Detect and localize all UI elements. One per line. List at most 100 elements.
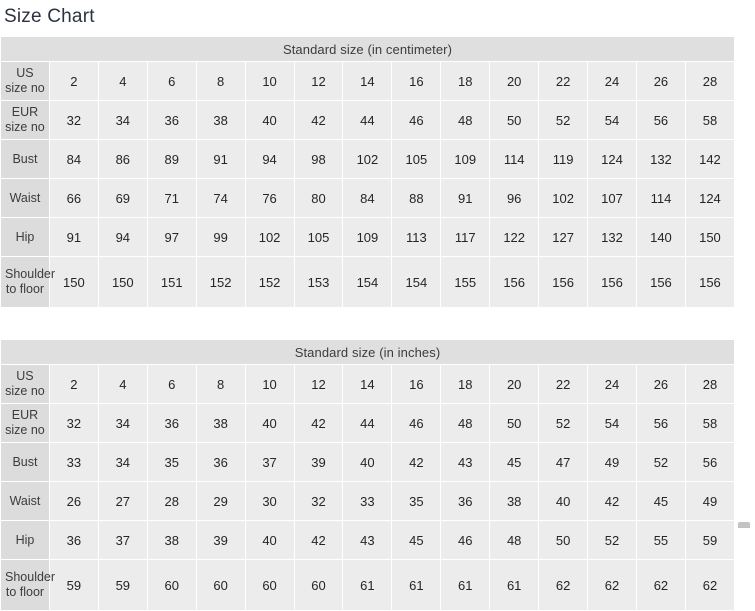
table-cell: 29 (196, 482, 245, 520)
inches-banner-row: Standard size (in inches) (1, 340, 734, 364)
table-cell: 107 (588, 179, 636, 217)
table-cell: 27 (98, 482, 147, 520)
table-cell: 61 (392, 560, 441, 610)
table-cell: 36 (196, 443, 245, 481)
row-label-shoulder-to-floor: Shoulder to floor (1, 257, 55, 307)
table-row: EUR size no 32 34 36 38 40 42 44 46 48 5… (1, 101, 734, 139)
table-cell: 40 (343, 443, 392, 481)
table-cell: 132 (588, 218, 636, 256)
table-cell: 32 (49, 404, 98, 442)
table-cell: 62 (685, 560, 734, 610)
table-cell: 114 (490, 140, 539, 178)
table-cell: 42 (294, 404, 343, 442)
table-cell: 30 (245, 482, 294, 520)
table-row: Hip 36 37 38 39 40 42 43 45 46 48 50 52 … (1, 521, 734, 559)
table-cell: 52 (539, 101, 588, 139)
table-cell: 28 (147, 482, 196, 520)
table-cell: 44 (343, 404, 392, 442)
table-cell: 76 (245, 179, 294, 217)
table-cell: 140 (636, 218, 685, 256)
table-cell: 46 (441, 521, 490, 559)
table-cell: 6 (147, 365, 196, 403)
inches-banner-label: Standard size (in inches) (1, 340, 734, 364)
table-cell: 32 (49, 101, 98, 139)
table-cell: 42 (392, 443, 441, 481)
table-cell: 36 (147, 101, 196, 139)
table-cell: 33 (343, 482, 392, 520)
centimeter-table-body: Standard size (in centimeter) US size no… (1, 37, 734, 307)
table-cell: 45 (392, 521, 441, 559)
table-cell: 54 (588, 101, 636, 139)
table-cell: 122 (490, 218, 539, 256)
row-label-waist: Waist (1, 482, 49, 520)
table-cell: 10 (245, 365, 294, 403)
table-cell: 61 (343, 560, 392, 610)
table-cell: 18 (441, 62, 490, 100)
row-label-us-size: US size no (1, 62, 49, 100)
table-cell: 38 (490, 482, 539, 520)
table-cell: 91 (441, 179, 490, 217)
table-cell: 153 (294, 257, 343, 307)
table-cell: 109 (441, 140, 490, 178)
table-cell: 37 (98, 521, 147, 559)
table-cell: 150 (49, 257, 98, 307)
table-cell: 99 (196, 218, 245, 256)
table-cell: 24 (588, 62, 636, 100)
table-cell: 43 (441, 443, 490, 481)
table-cell: 154 (392, 257, 441, 307)
table-cell: 8 (196, 365, 245, 403)
table-cell: 88 (392, 179, 441, 217)
table-row: Shoulder to floor 59 59 60 60 60 60 61 6… (1, 560, 734, 610)
table-cell: 40 (539, 482, 588, 520)
row-label-bust: Bust (1, 443, 49, 481)
table-cell: 22 (539, 365, 588, 403)
table-cell: 52 (636, 443, 685, 481)
table-cell: 50 (490, 404, 539, 442)
table-cell: 105 (392, 140, 441, 178)
table-cell: 39 (294, 443, 343, 481)
table-cell: 127 (539, 218, 588, 256)
table-cell: 58 (685, 404, 734, 442)
table-cell: 32 (294, 482, 343, 520)
table-row: US size no 2 4 6 8 10 12 14 16 18 20 22 … (1, 62, 734, 100)
table-cell: 60 (147, 560, 196, 610)
row-label-hip: Hip (1, 521, 49, 559)
table-cell: 60 (196, 560, 245, 610)
table-cell: 56 (685, 443, 734, 481)
table-cell: 91 (49, 218, 98, 256)
table-cell: 44 (343, 101, 392, 139)
table-cell: 84 (49, 140, 98, 178)
table-cell: 124 (588, 140, 636, 178)
table-cell: 58 (685, 101, 734, 139)
table-cell: 37 (245, 443, 294, 481)
table-cell: 151 (147, 257, 196, 307)
table-cell: 42 (588, 482, 636, 520)
table-row: Hip 91 94 97 99 102 105 109 113 117 122 … (1, 218, 734, 256)
row-label-eur-size: EUR size no (1, 101, 49, 139)
table-cell: 61 (441, 560, 490, 610)
table-cell: 152 (245, 257, 294, 307)
table-cell: 12 (294, 365, 343, 403)
inches-table-body: Standard size (in inches) US size no 2 4… (1, 340, 734, 610)
table-cell: 124 (685, 179, 734, 217)
table-row: Waist 26 27 28 29 30 32 33 35 36 38 40 4… (1, 482, 734, 520)
table-cell: 102 (245, 218, 294, 256)
table-row: EUR size no 32 34 36 38 40 42 44 46 48 5… (1, 404, 734, 442)
table-cell: 47 (539, 443, 588, 481)
table-cell: 69 (98, 179, 147, 217)
table-cell: 6 (147, 62, 196, 100)
table-cell: 59 (49, 560, 98, 610)
table-cell: 14 (343, 365, 392, 403)
table-cell: 156 (636, 257, 685, 307)
table-cell: 48 (490, 521, 539, 559)
table-cell: 96 (490, 179, 539, 217)
table-cell: 45 (490, 443, 539, 481)
table-cell: 91 (196, 140, 245, 178)
table-cell: 102 (343, 140, 392, 178)
table-cell: 156 (685, 257, 734, 307)
table-cell: 26 (49, 482, 98, 520)
table-cell: 34 (98, 443, 147, 481)
table-cell: 109 (343, 218, 392, 256)
table-cell: 52 (539, 404, 588, 442)
table-cell: 142 (685, 140, 734, 178)
